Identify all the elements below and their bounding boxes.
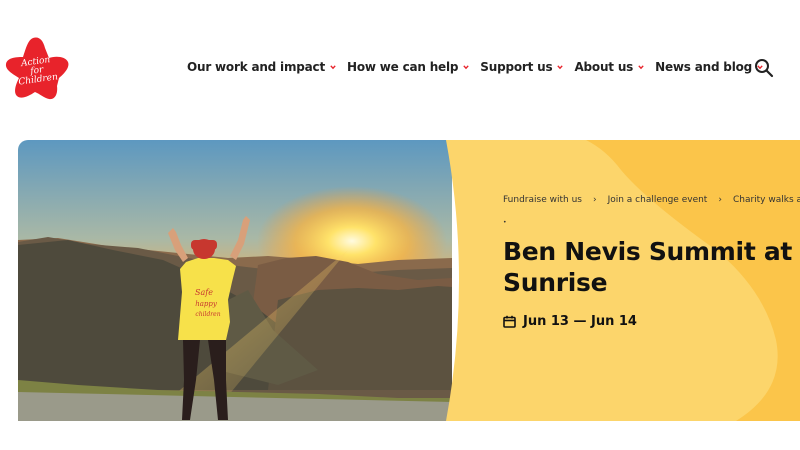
chevron-down-icon xyxy=(463,65,470,70)
nav-item-label: Support us xyxy=(480,60,553,74)
svg-text:children: children xyxy=(195,311,220,318)
breadcrumb-item[interactable]: Join a challenge event xyxy=(608,195,708,205)
nav-item-about-us[interactable]: About us xyxy=(574,60,644,74)
svg-text:happy: happy xyxy=(195,300,218,308)
event-date: Jun 13 — Jun 14 xyxy=(503,314,637,329)
event-date-text: Jun 13 — Jun 14 xyxy=(523,314,637,329)
event-title-line: Ben Nevis Summit at xyxy=(503,237,793,266)
nav-item-label: Our work and impact xyxy=(187,60,326,74)
calendar-icon xyxy=(503,315,516,328)
nav-item-news-and-blog[interactable]: News and blog xyxy=(655,60,763,74)
shirt-text: Safe xyxy=(195,288,213,297)
nav-item-support-us[interactable]: Support us xyxy=(480,60,564,74)
main-nav: Our work and impact How we can help Supp… xyxy=(187,60,774,74)
breadcrumb-separator: › xyxy=(718,195,722,205)
nav-item-label: News and blog xyxy=(655,60,753,74)
breadcrumb-separator: › xyxy=(592,195,597,205)
nav-item-label: How we can help xyxy=(347,60,459,74)
nav-item-how-we-can-help[interactable]: How we can help xyxy=(347,60,470,74)
logo[interactable]: Action for Children xyxy=(3,36,71,102)
breadcrumb-overflow-dot: • xyxy=(503,219,507,226)
chevron-down-icon xyxy=(330,65,336,70)
search-button[interactable] xyxy=(754,58,774,78)
search-icon xyxy=(755,59,774,78)
hero-image: Safe happy children xyxy=(18,140,452,421)
breadcrumb-item[interactable]: Charity walks and hikes xyxy=(733,195,800,205)
breadcrumb: Fundraise with us › Join a challenge eve… xyxy=(503,195,800,205)
chevron-down-icon xyxy=(557,65,564,70)
event-title: Ben Nevis Summit at Sunrise xyxy=(503,236,800,298)
event-title-line: Sunrise xyxy=(503,268,608,297)
breadcrumb-item[interactable]: Fundraise with us xyxy=(503,195,582,205)
chevron-down-icon xyxy=(638,65,644,70)
nav-item-our-work-and-impact[interactable]: Our work and impact xyxy=(187,60,336,74)
nav-item-label: About us xyxy=(574,60,634,74)
